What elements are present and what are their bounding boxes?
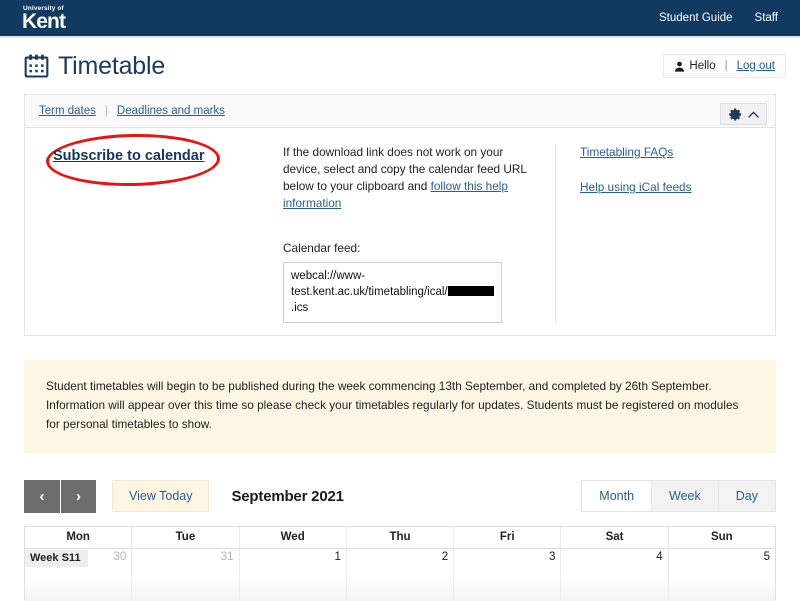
user-session-box: Hello | Log out: [663, 54, 786, 78]
day-header-sat: Sat: [560, 527, 667, 548]
day-number: 5: [763, 551, 770, 563]
subscribe-column: Subscribe to calendar: [25, 132, 283, 323]
panel-body: Subscribe to calendar If the download li…: [25, 128, 775, 335]
top-navigation-bar: University of Kent Student Guide Staff: [0, 0, 800, 38]
panel-settings-control[interactable]: [720, 103, 767, 125]
week-number-badge: Week S11: [25, 550, 88, 567]
tab-separator: |: [104, 105, 108, 117]
page-header: Timetable Hello | Log out: [0, 38, 800, 94]
nav-link-student-guide[interactable]: Student Guide: [659, 12, 733, 24]
day-number: 3: [549, 551, 556, 563]
calendar-feed-url-field[interactable]: webcal://www-test.kent.ac.uk/timetabling…: [283, 262, 502, 323]
calendar-toolbar-left: ‹ › View Today September 2021: [24, 479, 344, 513]
calendar-feed-column: If the download link does not work on yo…: [283, 144, 555, 323]
page-header-left: Timetable: [24, 52, 165, 81]
calendar-day-headers: Mon Tue Wed Thu Fri Sat Sun: [25, 527, 775, 549]
user-greeting-label: Hello: [689, 60, 716, 72]
next-period-button[interactable]: ›: [60, 479, 96, 513]
page-title: Timetable: [58, 51, 166, 80]
calendar-day-cell[interactable]: 5: [667, 549, 775, 601]
calendar-nav-buttons: ‹ ›: [24, 479, 96, 513]
subscribe-panel: Term dates | Deadlines and marks Subscri…: [24, 94, 776, 336]
publication-notice: Student timetables will begin to be publ…: [24, 360, 776, 453]
redaction-block: [447, 286, 494, 296]
download-help-text: If the download link does not work on yo…: [283, 144, 537, 212]
calendar-period-title: September 2021: [231, 487, 344, 505]
user-greeting: Hello: [674, 60, 716, 72]
subscribe-highlight-wrap: Subscribe to calendar: [39, 132, 221, 188]
day-header-fri: Fri: [453, 527, 560, 548]
calendar-toolbar: ‹ › View Today September 2021 Month Week…: [24, 479, 776, 513]
day-header-thu: Thu: [345, 527, 453, 548]
log-out-link[interactable]: Log out: [737, 60, 775, 72]
subscribe-to-calendar-link[interactable]: Subscribe to calendar: [53, 148, 205, 164]
calendar-day-cell[interactable]: 1: [238, 549, 346, 601]
calendar-day-cell[interactable]: 3: [453, 549, 561, 601]
day-number: 31: [220, 551, 234, 563]
day-header-wed: Wed: [238, 527, 346, 548]
user-box-divider: |: [724, 60, 728, 72]
calendar-feed-url-text: webcal://www-test.kent.ac.uk/timetabling…: [291, 270, 448, 298]
tab-deadlines-and-marks[interactable]: Deadlines and marks: [117, 105, 225, 117]
day-number: 4: [656, 551, 663, 563]
calendar-day-cell[interactable]: Week S11 30: [25, 549, 132, 601]
day-header-sun: Sun: [667, 527, 775, 548]
calendar-day-cell[interactable]: 4: [560, 549, 668, 601]
tab-term-dates[interactable]: Term dates: [39, 105, 96, 117]
chevron-up-icon[interactable]: [748, 110, 759, 119]
day-header-tue: Tue: [131, 527, 238, 548]
calendar-feed-label: Calendar feed:: [283, 241, 361, 255]
university-of-kent-logo[interactable]: University of Kent: [22, 4, 66, 34]
view-week-button[interactable]: Week: [652, 480, 719, 512]
help-links-column: Timetabling FAQs Help using iCal feeds: [555, 144, 775, 323]
brand-main-text: Kent: [22, 10, 66, 34]
panel-tab-links: Term dates | Deadlines and marks: [39, 105, 225, 117]
help-using-ical-feeds-link[interactable]: Help using iCal feeds: [580, 179, 775, 196]
day-number: 1: [334, 551, 341, 563]
nav-link-staff[interactable]: Staff: [755, 12, 778, 24]
calendar-day-cell[interactable]: 31: [131, 549, 239, 601]
calendar-icon: [24, 54, 49, 78]
calendar-feed-url-extension: .ics: [291, 302, 309, 314]
calendar-view-switcher: Month Week Day: [581, 480, 776, 512]
day-header-mon: Mon: [66, 531, 90, 543]
timetabling-faqs-link[interactable]: Timetabling FAQs: [580, 144, 775, 161]
calendar-grid: Mon Tue Wed Thu Fri Sat Sun Week S11 30 …: [24, 526, 776, 601]
day-number: 2: [441, 551, 449, 563]
gear-icon[interactable]: [728, 107, 743, 122]
person-icon: [675, 61, 685, 72]
view-month-button[interactable]: Month: [581, 480, 653, 512]
view-day-button[interactable]: Day: [718, 480, 776, 512]
day-number: 30: [113, 551, 127, 563]
calendar-week-row: Week S11 30 31 1 2 3 4 5: [25, 549, 775, 601]
view-today-button[interactable]: View Today: [112, 480, 210, 512]
top-nav-links: Student Guide Staff: [659, 12, 778, 24]
calendar-day-cell[interactable]: 2: [345, 549, 454, 601]
previous-period-button[interactable]: ‹: [24, 479, 60, 513]
panel-tab-bar: Term dates | Deadlines and marks: [25, 95, 775, 128]
